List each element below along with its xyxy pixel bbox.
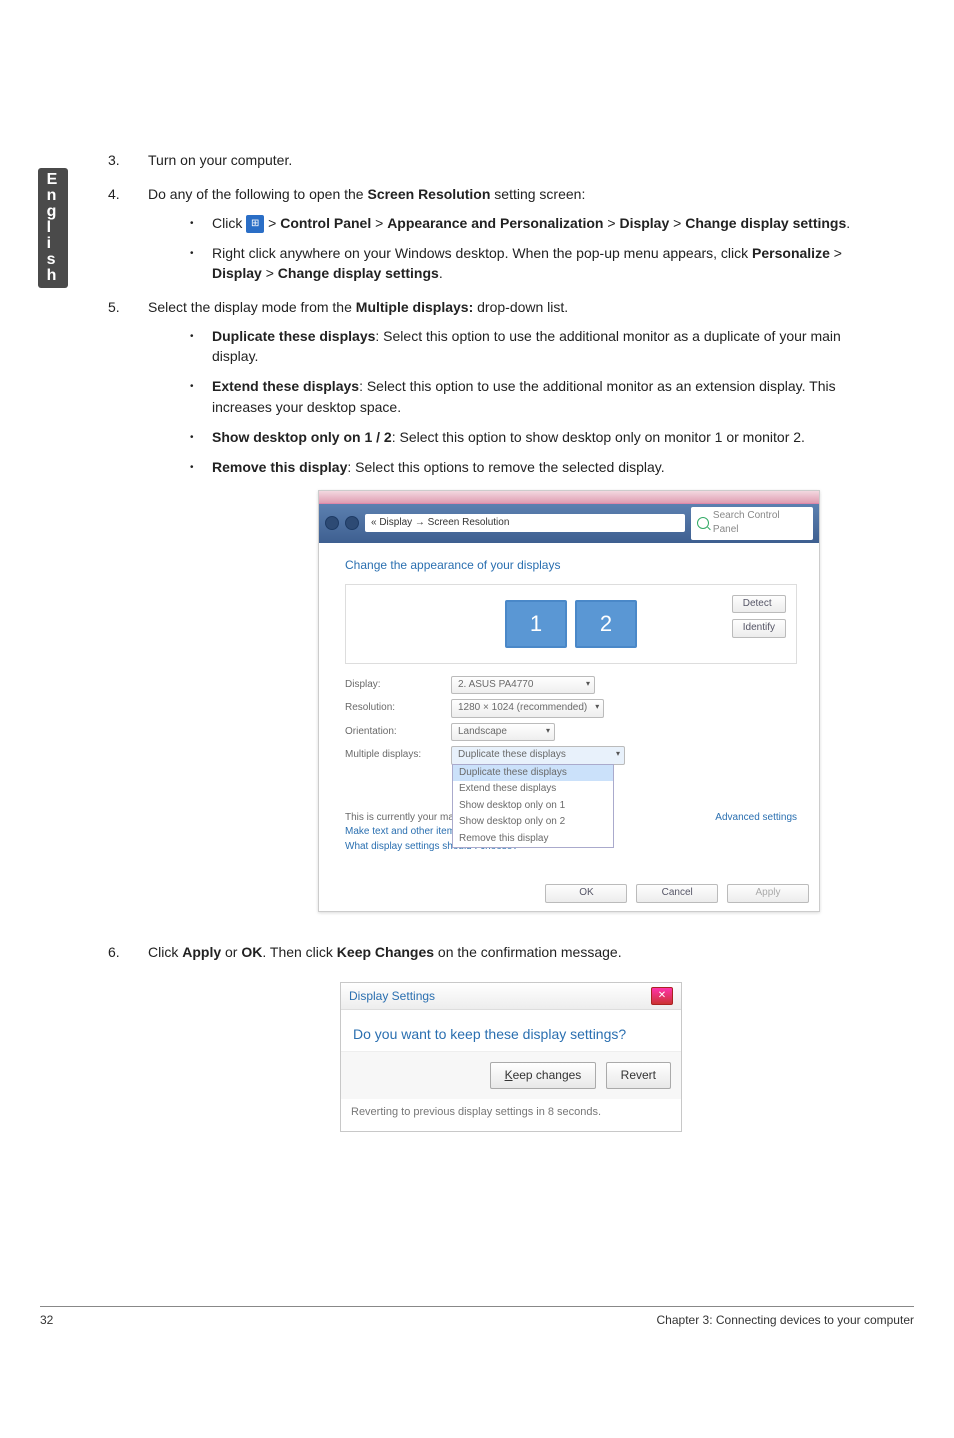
multiple-displays-label: Multiple displays: (345, 748, 435, 763)
orientation-label: Orientation: (345, 725, 435, 740)
identify-button[interactable]: Identify (732, 619, 786, 638)
step-5b: Extend these displays: Select this optio… (180, 376, 874, 417)
window-titlebar (319, 491, 819, 504)
dd-option[interactable]: Remove this display (453, 831, 613, 848)
dialog-title: Display Settings (349, 988, 435, 1005)
explorer-toolbar: « Display → Screen Resolution Search Con… (319, 504, 819, 543)
page-footer: 32 Chapter 3: Connecting devices to your… (40, 1306, 914, 1327)
step-4a: Click ⊞ > Control Panel > Appearance and… (180, 213, 874, 233)
multiple-displays-dropdown[interactable]: Duplicate these displays Duplicate these… (451, 746, 625, 765)
detect-button[interactable]: Detect (732, 595, 786, 614)
dd-option[interactable]: Show desktop only on 1 (453, 798, 613, 815)
step-4b: Right click anywhere on your Windows des… (180, 243, 874, 284)
step-5: Select the display mode from the Multipl… (38, 297, 874, 911)
resolution-label: Resolution: (345, 701, 435, 716)
page-number: 32 (40, 1313, 53, 1327)
advanced-settings-link[interactable]: Advanced settings (715, 811, 797, 855)
monitor-1[interactable]: 1 (505, 600, 567, 648)
panel-heading: Change the appearance of your displays (345, 557, 797, 574)
keep-changes-button[interactable]: Keep changes (490, 1062, 597, 1089)
dd-option[interactable]: Show desktop only on 2 (453, 814, 613, 831)
breadcrumb[interactable]: « Display → Screen Resolution (365, 514, 685, 533)
monitor-2[interactable]: 2 (575, 600, 637, 648)
display-settings-dialog: Display Settings ✕ Do you want to keep t… (340, 982, 682, 1132)
dialog-question: Do you want to keep these display settin… (341, 1010, 681, 1050)
apply-button[interactable]: Apply (727, 884, 809, 903)
step-3: Turn on your computer. (38, 150, 874, 170)
nav-fwd-icon[interactable] (345, 516, 359, 530)
screen-resolution-window: « Display → Screen Resolution Search Con… (318, 490, 820, 912)
search-icon (697, 517, 709, 529)
multiple-displays-options: Duplicate these displays Extend these di… (452, 764, 614, 849)
resolution-dropdown[interactable]: 1280 × 1024 (recommended) (451, 699, 604, 718)
search-input[interactable]: Search Control Panel (691, 507, 813, 540)
close-icon[interactable]: ✕ (651, 987, 673, 1005)
step-6: Click Apply or OK. Then click Keep Chang… (38, 942, 874, 1132)
step-4: Do any of the following to open the Scre… (38, 184, 874, 283)
ok-button[interactable]: OK (545, 884, 627, 903)
step-5a: Duplicate these displays: Select this op… (180, 326, 874, 367)
monitor-preview[interactable]: 1 2 Detect Identify (345, 584, 797, 664)
start-icon: ⊞ (246, 215, 264, 233)
orientation-dropdown[interactable]: Landscape (451, 723, 555, 742)
display-label: Display: (345, 678, 435, 693)
chapter-title: Chapter 3: Connecting devices to your co… (657, 1313, 914, 1327)
revert-button[interactable]: Revert (606, 1062, 671, 1089)
step-5d: Remove this display: Select this options… (180, 457, 874, 477)
dd-option[interactable]: Extend these displays (453, 781, 613, 798)
cancel-button[interactable]: Cancel (636, 884, 718, 903)
step-5c: Show desktop only on 1 / 2: Select this … (180, 427, 874, 447)
display-dropdown[interactable]: 2. ASUS PA4770 (451, 676, 595, 695)
dialog-footer-text: Reverting to previous display settings i… (341, 1099, 681, 1131)
nav-back-icon[interactable] (325, 516, 339, 530)
dd-option[interactable]: Duplicate these displays (453, 765, 613, 782)
